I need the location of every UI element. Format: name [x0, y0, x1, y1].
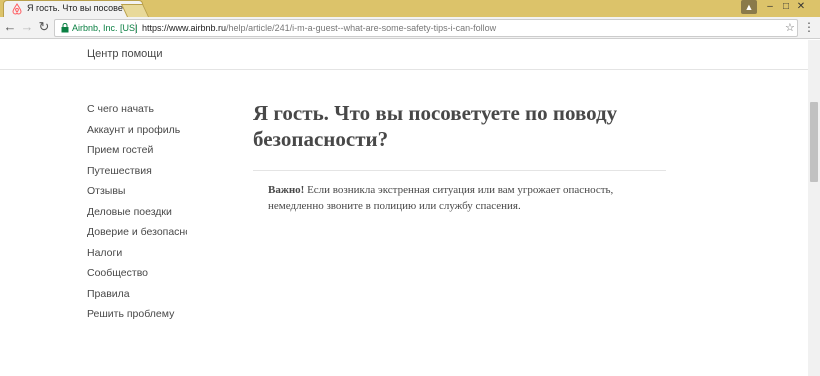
help-sidebar: С чего начать Аккаунт и профиль Прием го…	[87, 102, 187, 328]
bookmark-star-icon[interactable]: ☆	[785, 21, 795, 34]
scrollbar-thumb[interactable]	[810, 102, 818, 182]
sidebar-item-hosting[interactable]: Прием гостей	[87, 143, 187, 164]
sidebar-item-policies[interactable]: Правила	[87, 287, 187, 308]
maximize-button[interactable]: □	[778, 0, 794, 14]
title-divider	[253, 170, 666, 171]
sidebar-item-trust-safety[interactable]: Доверие и безопасность	[87, 225, 187, 246]
sidebar-item-resolve-issue[interactable]: Решить проблему	[87, 307, 187, 328]
browser-menu-icon[interactable]: ⋮	[802, 19, 816, 35]
sidebar-item-travel[interactable]: Путешествия	[87, 164, 187, 185]
sidebar-item-getting-started[interactable]: С чего начать	[87, 102, 187, 123]
sidebar-item-business-travel[interactable]: Деловые поездки	[87, 205, 187, 226]
help-center-link[interactable]: Центр помощи	[87, 48, 163, 60]
browser-tab[interactable]: Я гость. Что вы посовет ×	[3, 0, 143, 17]
sidebar-item-account-profile[interactable]: Аккаунт и профиль	[87, 123, 187, 144]
notice-text: Если возникла экстренная ситуация или ва…	[268, 184, 614, 212]
help-header: Центр помощи	[0, 40, 808, 70]
url-path: /help/article/241/i-m-a-guest--what-are-…	[226, 23, 497, 33]
article-title: Я гость. Что вы посоветуете по поводу бе…	[253, 101, 618, 151]
new-tab-button[interactable]	[120, 4, 150, 17]
sidebar-item-taxes[interactable]: Налоги	[87, 246, 187, 267]
notice-strong: Важно!	[268, 184, 305, 196]
user-profile-icon[interactable]: ▲	[741, 0, 757, 14]
reload-button[interactable]: ↻	[36, 19, 52, 35]
browser-toolbar: ← → ↻ Airbnb, Inc. [US] https://www.airb…	[0, 17, 820, 39]
close-window-button[interactable]: ✕	[793, 0, 809, 14]
safety-notice: Важно! Если возникла экстренная ситуация…	[268, 182, 668, 214]
page-viewport: Центр помощи С чего начать Аккаунт и про…	[0, 40, 808, 376]
address-bar[interactable]: Airbnb, Inc. [US] https://www.airbnb.ru/…	[54, 19, 798, 37]
url-text[interactable]: https://www.airbnb.ru/help/article/241/i…	[142, 23, 496, 33]
sidebar-item-community[interactable]: Сообщество	[87, 266, 187, 287]
sidebar-item-reviews[interactable]: Отзывы	[87, 184, 187, 205]
url-divider	[135, 22, 136, 34]
tab-title: Я гость. Что вы посовет	[27, 3, 123, 13]
page-scrollbar[interactable]	[808, 40, 820, 376]
airbnb-logo-icon	[12, 3, 22, 15]
back-button[interactable]: ←	[2, 19, 18, 35]
window-titlebar: Я гость. Что вы посовет × ▲ – □ ✕	[0, 0, 820, 17]
minimize-button[interactable]: –	[762, 0, 778, 14]
forward-button[interactable]: →	[19, 19, 35, 35]
secure-site-label[interactable]: Airbnb, Inc. [US]	[72, 23, 138, 33]
lock-icon	[61, 23, 69, 33]
url-host: https://www.airbnb.ru	[142, 23, 227, 33]
